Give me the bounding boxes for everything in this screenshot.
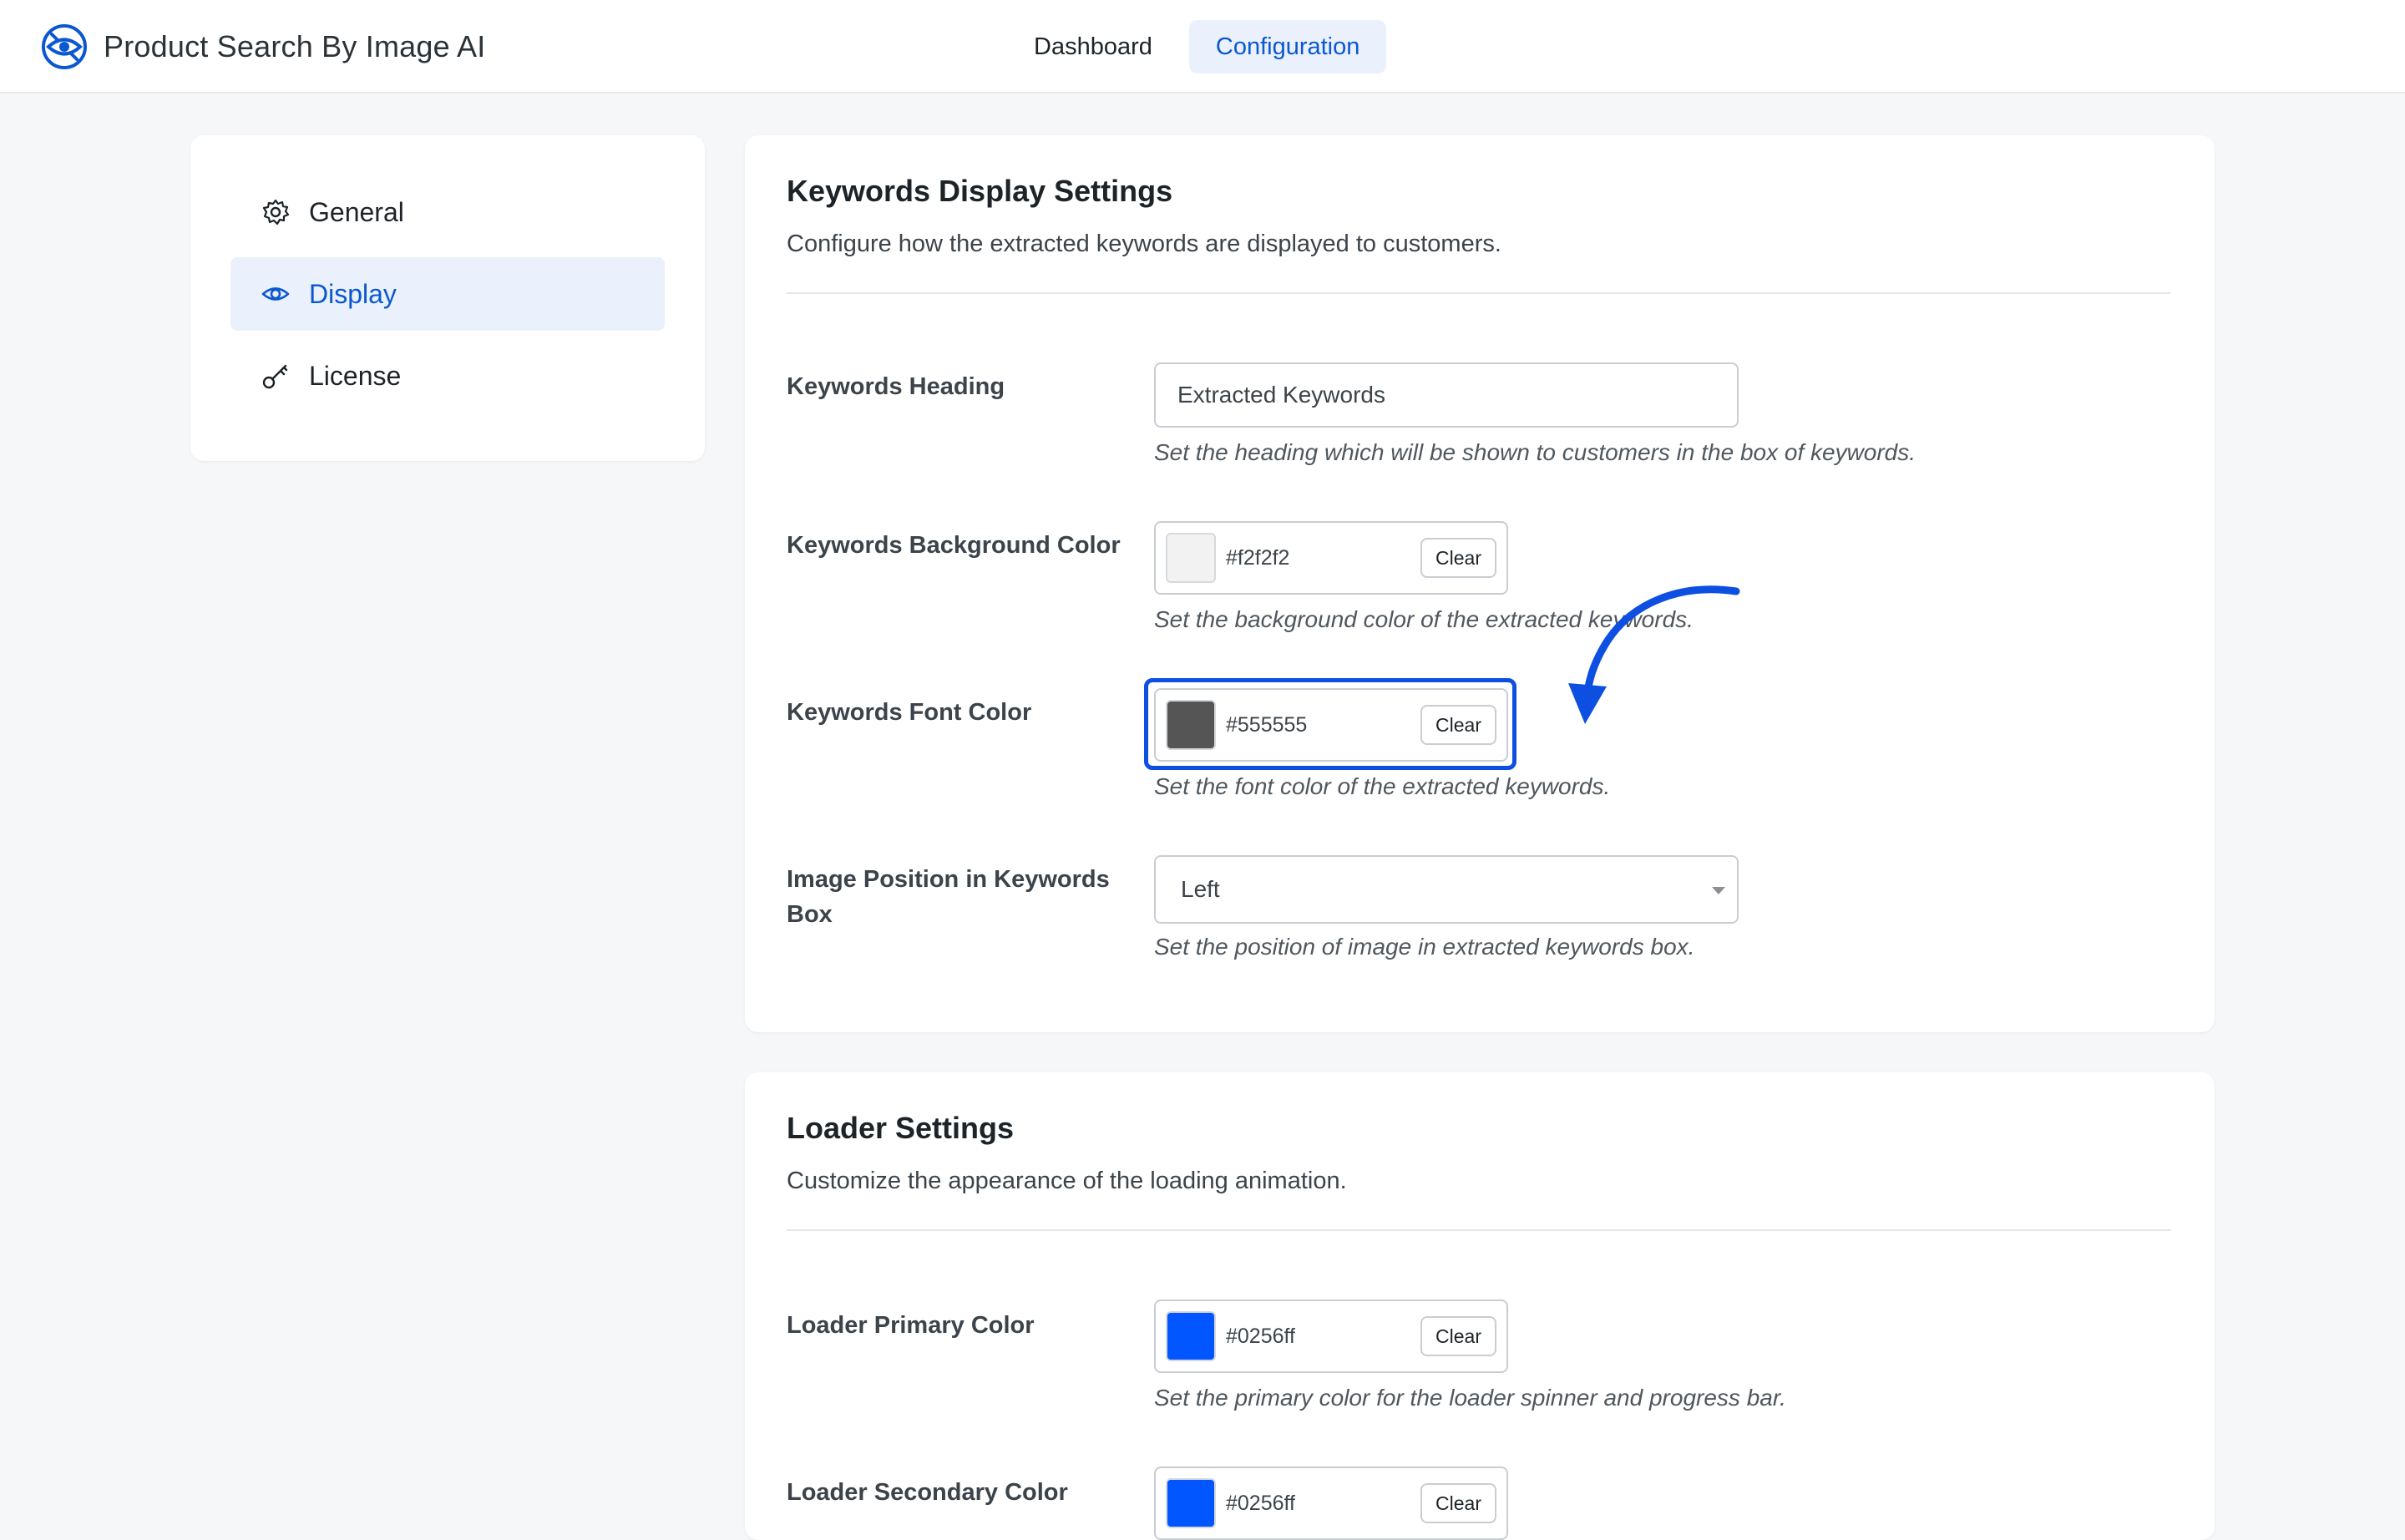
eye-icon — [261, 287, 290, 301]
color-hex-value[interactable]: #0256ff — [1226, 1301, 1295, 1371]
clear-button[interactable]: Clear — [1420, 1483, 1496, 1523]
section-divider — [787, 292, 2171, 294]
section-title: Keywords Display Settings — [787, 174, 1173, 208]
keywords-display-card: Keywords Display Settings Configure how … — [745, 135, 2215, 1032]
sidebar-item-label: License — [309, 360, 402, 391]
section-description: Customize the appearance of the loading … — [787, 1168, 1347, 1194]
image-position-label: Image Position in Keywords Box — [787, 866, 1110, 928]
tab-dashboard[interactable]: Dashboard — [1007, 20, 1179, 73]
clear-button[interactable]: Clear — [1420, 1316, 1496, 1356]
keywords-font-color-picker[interactable]: #555555 Clear — [1154, 688, 1508, 762]
keywords-heading-input[interactable] — [1154, 362, 1739, 428]
sidebar-item-display[interactable]: Display — [230, 257, 665, 331]
image-position-help: Set the position of image in extracted k… — [1154, 934, 1695, 960]
color-swatch[interactable] — [1166, 1311, 1216, 1361]
sidebar-item-label: Display — [309, 278, 397, 309]
sidebar-item-license[interactable]: License — [230, 339, 665, 413]
image-position-select[interactable]: Left — [1154, 855, 1739, 924]
section-divider — [787, 1229, 2171, 1231]
color-hex-value[interactable]: #f2f2f2 — [1226, 523, 1289, 593]
loader-secondary-color-picker[interactable]: #0256ff Clear — [1154, 1467, 1508, 1540]
color-swatch[interactable] — [1166, 1478, 1216, 1528]
keywords-bg-color-label: Keywords Background Color — [787, 532, 1121, 559]
color-hex-value[interactable]: #555555 — [1226, 690, 1307, 760]
top-nav: Dashboard Configuration — [1007, 20, 1396, 73]
color-hex-value[interactable]: #0256ff — [1226, 1468, 1295, 1538]
key-icon — [262, 364, 288, 389]
top-bar: Product Search By Image AI Dashboard Con… — [0, 0, 2405, 94]
loader-settings-card: Loader Settings Customize the appearance… — [745, 1072, 2215, 1540]
tab-configuration[interactable]: Configuration — [1188, 20, 1387, 73]
section-description: Configure how the extracted keywords are… — [787, 230, 1501, 257]
brand: Product Search By Image AI — [40, 22, 485, 72]
caret-down-icon — [1712, 887, 1725, 894]
sidebar-item-general[interactable]: General — [230, 175, 665, 249]
loader-secondary-color-label: Loader Secondary Color — [787, 1479, 1068, 1506]
app-title: Product Search By Image AI — [104, 29, 486, 63]
section-title: Loader Settings — [787, 1111, 1015, 1145]
keywords-heading-help: Set the heading which will be shown to c… — [1154, 439, 1916, 465]
loader-primary-color-picker[interactable]: #0256ff Clear — [1154, 1299, 1508, 1373]
sidebar-item-label: General — [309, 196, 404, 227]
keywords-bg-color-picker[interactable]: #f2f2f2 Clear — [1154, 521, 1508, 595]
annotation-arrow-icon — [1568, 585, 1740, 724]
loader-primary-color-label: Loader Primary Color — [787, 1312, 1035, 1339]
select-value: Left — [1181, 876, 1220, 902]
loader-primary-color-help: Set the primary color for the loader spi… — [1154, 1385, 1786, 1411]
keywords-heading-label: Keywords Heading — [787, 373, 1005, 400]
color-swatch[interactable] — [1166, 533, 1216, 583]
clear-button[interactable]: Clear — [1420, 538, 1496, 578]
color-swatch[interactable] — [1166, 700, 1216, 750]
keywords-font-color-label: Keywords Font Color — [787, 699, 1032, 726]
settings-sidebar: General Display License — [190, 135, 705, 461]
clear-button[interactable]: Clear — [1420, 705, 1496, 745]
gear-icon — [262, 199, 290, 225]
camera-eye-logo-icon — [42, 24, 87, 69]
